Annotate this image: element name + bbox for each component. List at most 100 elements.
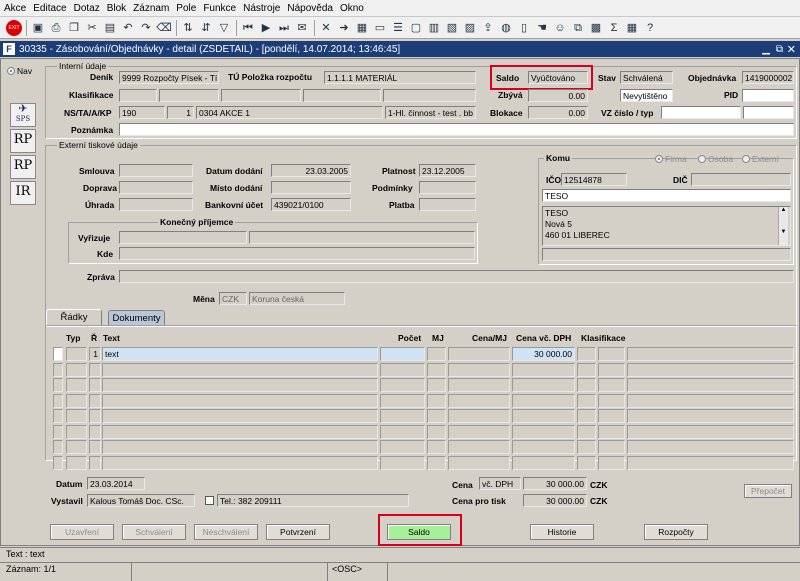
- rp-eu-icon[interactable]: RP: [10, 155, 36, 179]
- row-selector[interactable]: [53, 378, 63, 392]
- kde-field[interactable]: [119, 247, 475, 260]
- restore-icon[interactable]: ⧉: [776, 44, 783, 55]
- scroll-up-icon[interactable]: ▲: [779, 207, 788, 213]
- cell-klasifikace-2[interactable]: [598, 424, 625, 439]
- sum-icon[interactable]: Σ: [606, 20, 622, 36]
- cell-klasifikace-3[interactable]: [627, 424, 794, 439]
- denik-field[interactable]: 9999 Rozpočty Písek - Tí: [119, 71, 219, 84]
- calendar-icon[interactable]: ▦: [624, 20, 640, 36]
- report-icon[interactable]: ▧: [444, 20, 460, 36]
- cell-cena-mj[interactable]: [448, 455, 510, 470]
- dic-field[interactable]: [691, 173, 791, 186]
- sort-desc-icon[interactable]: ⇵: [198, 20, 214, 36]
- globe-icon[interactable]: ◍: [498, 20, 514, 36]
- table-icon[interactable]: ▥: [426, 20, 442, 36]
- cell-klasifikace-2[interactable]: [598, 347, 625, 361]
- cell-cena-dph[interactable]: [512, 409, 575, 423]
- cell-typ[interactable]: [66, 393, 87, 408]
- list-icon[interactable]: ☰: [390, 20, 406, 36]
- cell-klasifikace-1[interactable]: [577, 409, 596, 423]
- user-icon[interactable]: ☺: [552, 20, 568, 36]
- cell-klasifikace-1[interactable]: [577, 424, 596, 439]
- grid-icon[interactable]: ▦: [354, 20, 370, 36]
- smlouva-field[interactable]: [119, 164, 193, 177]
- copy-icon[interactable]: ❐: [66, 20, 82, 36]
- close-icon[interactable]: ✕: [787, 43, 796, 56]
- paste-icon[interactable]: ▤: [102, 20, 118, 36]
- zprava-field[interactable]: [119, 270, 794, 283]
- window-icon[interactable]: ▢: [408, 20, 424, 36]
- menu-zaznam[interactable]: Záznam: [133, 3, 169, 14]
- cell-cena-mj[interactable]: [448, 393, 510, 408]
- vystavil-checkbox[interactable]: [205, 496, 214, 505]
- cell-typ[interactable]: [66, 455, 87, 470]
- tu-field[interactable]: 1.1.1.1 MATERIÁL: [324, 71, 476, 84]
- cell-klasifikace-1[interactable]: [577, 440, 596, 454]
- cell-mj[interactable]: [427, 424, 446, 439]
- cell-klasifikace-2[interactable]: [598, 409, 625, 423]
- podminky-field[interactable]: [419, 181, 476, 194]
- arrow-icon[interactable]: ➜: [336, 20, 352, 36]
- mail-icon[interactable]: ✉: [294, 20, 310, 36]
- filter-icon[interactable]: ▽: [216, 20, 232, 36]
- cell-pocet[interactable]: [380, 393, 425, 408]
- cell-cena-dph[interactable]: [512, 424, 575, 439]
- cell-cena-dph[interactable]: 30 000.00: [512, 347, 575, 361]
- menu-okno[interactable]: Okno: [340, 3, 364, 14]
- cell-pocet[interactable]: [380, 424, 425, 439]
- tel-field[interactable]: Tel.: 382 209111: [217, 494, 409, 507]
- cell-klasifikace-3[interactable]: [627, 362, 794, 377]
- cell-klasifikace-2[interactable]: [598, 455, 625, 470]
- platnost-field[interactable]: 23.12.2005: [419, 164, 476, 177]
- cell-typ[interactable]: [66, 440, 87, 454]
- doprava-field[interactable]: [119, 181, 193, 194]
- externi-radio[interactable]: [742, 155, 750, 163]
- menu-napoveda[interactable]: Nápověda: [287, 3, 333, 14]
- bankovni-field[interactable]: 439021/0100: [271, 198, 351, 211]
- cell-r[interactable]: [89, 455, 101, 470]
- cell-klasifikace-1[interactable]: [577, 347, 596, 361]
- cell-text[interactable]: [102, 409, 378, 423]
- cell-typ[interactable]: [66, 409, 87, 423]
- firma-radio[interactable]: [655, 155, 663, 163]
- cell-text[interactable]: [102, 424, 378, 439]
- menu-blok[interactable]: Blok: [107, 3, 126, 14]
- klasifikace-field-4[interactable]: [303, 89, 381, 102]
- cell-klasifikace-2[interactable]: [598, 362, 625, 377]
- chart-icon[interactable]: ▨: [462, 20, 478, 36]
- cell-text[interactable]: [102, 455, 378, 470]
- ns-field[interactable]: 190: [119, 106, 165, 119]
- exit-icon[interactable]: EXIT: [6, 20, 22, 36]
- klasifikace-field-1[interactable]: [119, 89, 157, 102]
- cell-text[interactable]: [102, 393, 378, 408]
- komu-name-field[interactable]: TESO: [542, 189, 791, 202]
- tab-dokumenty[interactable]: Dokumenty: [108, 310, 165, 326]
- first-record-icon[interactable]: ⏮: [240, 20, 256, 36]
- cell-klasifikace-3[interactable]: [627, 440, 794, 454]
- scroll-down-icon[interactable]: ▼: [779, 229, 788, 235]
- cell-text[interactable]: [102, 378, 378, 392]
- row-selector[interactable]: [53, 409, 63, 423]
- pid-field[interactable]: [742, 89, 794, 102]
- cell-r[interactable]: [89, 424, 101, 439]
- cell-mj[interactable]: [427, 362, 446, 377]
- mena-code-field[interactable]: CZK: [219, 292, 247, 305]
- help-icon[interactable]: ?: [642, 20, 658, 36]
- cell-mj[interactable]: [427, 440, 446, 454]
- row-selector[interactable]: [53, 440, 63, 454]
- row-selector[interactable]: [53, 424, 63, 439]
- cell-cena-mj[interactable]: [448, 440, 510, 454]
- clear-icon[interactable]: ⌫: [156, 20, 172, 36]
- cell-klasifikace-1[interactable]: [577, 378, 596, 392]
- menu-akce[interactable]: Akce: [4, 3, 26, 14]
- address-scrollbar[interactable]: ▲ ▼: [778, 207, 788, 245]
- stav-field[interactable]: Schválená: [620, 71, 673, 84]
- cell-pocet[interactable]: [380, 362, 425, 377]
- ico-field[interactable]: 12514878: [561, 173, 627, 186]
- cell-pocet[interactable]: [380, 440, 425, 454]
- potvrzeni-button[interactable]: Potvrzení: [266, 524, 330, 540]
- cell-typ[interactable]: [66, 347, 87, 361]
- vyrizuje-field-2[interactable]: [249, 231, 475, 244]
- minimize-icon[interactable]: ▁: [762, 44, 770, 55]
- datum-dodani-field[interactable]: 23.03.2005: [271, 164, 351, 177]
